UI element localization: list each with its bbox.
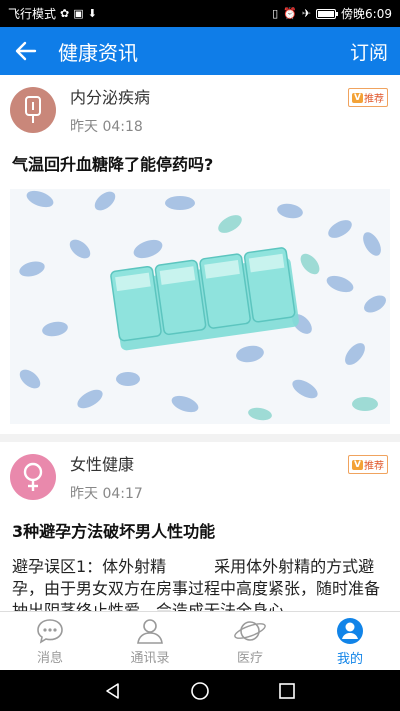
alarm-icon: ⏰	[283, 7, 297, 20]
pill-organizer-image	[10, 189, 390, 424]
article-card[interactable]: 女性健康 昨天 04:17 V 推荐 3种避孕方法破坏男人性功能 避孕误区1：体外…	[0, 442, 400, 611]
tab-label: 我的	[336, 651, 363, 667]
article-list[interactable]: 内分泌疾病 昨天 04:18 V 推荐 气温回升血糖降了能停药吗? 女性健康 昨…	[0, 75, 400, 611]
nav-recent-icon[interactable]	[277, 681, 297, 701]
tab-label: 通讯录	[130, 650, 170, 666]
tab-label: 消息	[36, 650, 63, 666]
article-header: 内分泌疾病 昨天 04:18 V 推荐	[10, 75, 390, 145]
article-excerpt: 避孕误区1：体外射精 采用体外射精的方式避孕，由于男女双方在房事过程中高度紧张，…	[12, 557, 381, 611]
thermometer-icon	[25, 96, 41, 123]
contacts-icon	[137, 618, 163, 644]
v-icon: V	[352, 459, 363, 470]
status-time: 傍晚6:09	[341, 7, 392, 21]
category-avatar	[10, 454, 56, 500]
article-time: 昨天 04:18	[70, 119, 143, 135]
article-image[interactable]	[10, 189, 390, 424]
tab-messages[interactable]: 消息	[0, 612, 100, 670]
bottom-tab-bar: 消息 通讯录 医疗 我的	[0, 611, 400, 670]
subscribe-button[interactable]: 订阅	[350, 38, 400, 65]
huawei-icon: ✿	[60, 7, 70, 20]
battery-icon	[316, 8, 339, 19]
recommend-badge: V 推荐	[348, 88, 388, 107]
article-category: 内分泌疾病	[70, 88, 151, 107]
status-mode-text: 飞行模式	[8, 7, 57, 21]
app-bar: 健康资讯 订阅	[0, 27, 400, 75]
tab-label: 医疗	[236, 650, 263, 666]
download-icon: ⬇	[87, 7, 97, 20]
article-time: 昨天 04:17	[70, 486, 143, 502]
nav-back-icon[interactable]	[103, 681, 123, 701]
tab-mine[interactable]: 我的	[300, 612, 400, 670]
back-button[interactable]	[0, 27, 52, 75]
profile-icon	[337, 617, 363, 644]
article-title[interactable]: 3种避孕方法破坏男人性功能	[12, 518, 390, 542]
nav-home-icon[interactable]	[190, 681, 210, 701]
recommend-badge: V 推荐	[348, 455, 388, 474]
arrow-left-icon	[15, 41, 37, 61]
article-title[interactable]: 气温回升血糖降了能停药吗?	[12, 151, 390, 175]
system-nav-bar	[0, 670, 400, 711]
page-title: 健康资讯	[58, 40, 138, 65]
image-icon: ▣	[73, 7, 84, 20]
tab-medical[interactable]: 医疗	[200, 612, 300, 670]
article-header: 女性健康 昨天 04:17 V 推荐	[10, 442, 390, 512]
tab-contacts[interactable]: 通讯录	[100, 612, 200, 670]
female-icon	[23, 462, 43, 491]
chat-icon	[37, 618, 63, 644]
article-card[interactable]: 内分泌疾病 昨天 04:18 V 推荐 气温回升血糖降了能停药吗?	[0, 75, 400, 442]
category-avatar	[10, 87, 56, 133]
airplane-icon: ✈	[301, 7, 312, 20]
article-category: 女性健康	[70, 455, 135, 474]
planet-icon	[234, 620, 266, 641]
status-bar: 飞行模式 ✿ ▣ ⬇ ▯ ⏰ ✈ 傍晚6:09	[0, 0, 400, 27]
v-icon: V	[352, 92, 363, 103]
vibrate-icon: ▯	[272, 7, 279, 20]
